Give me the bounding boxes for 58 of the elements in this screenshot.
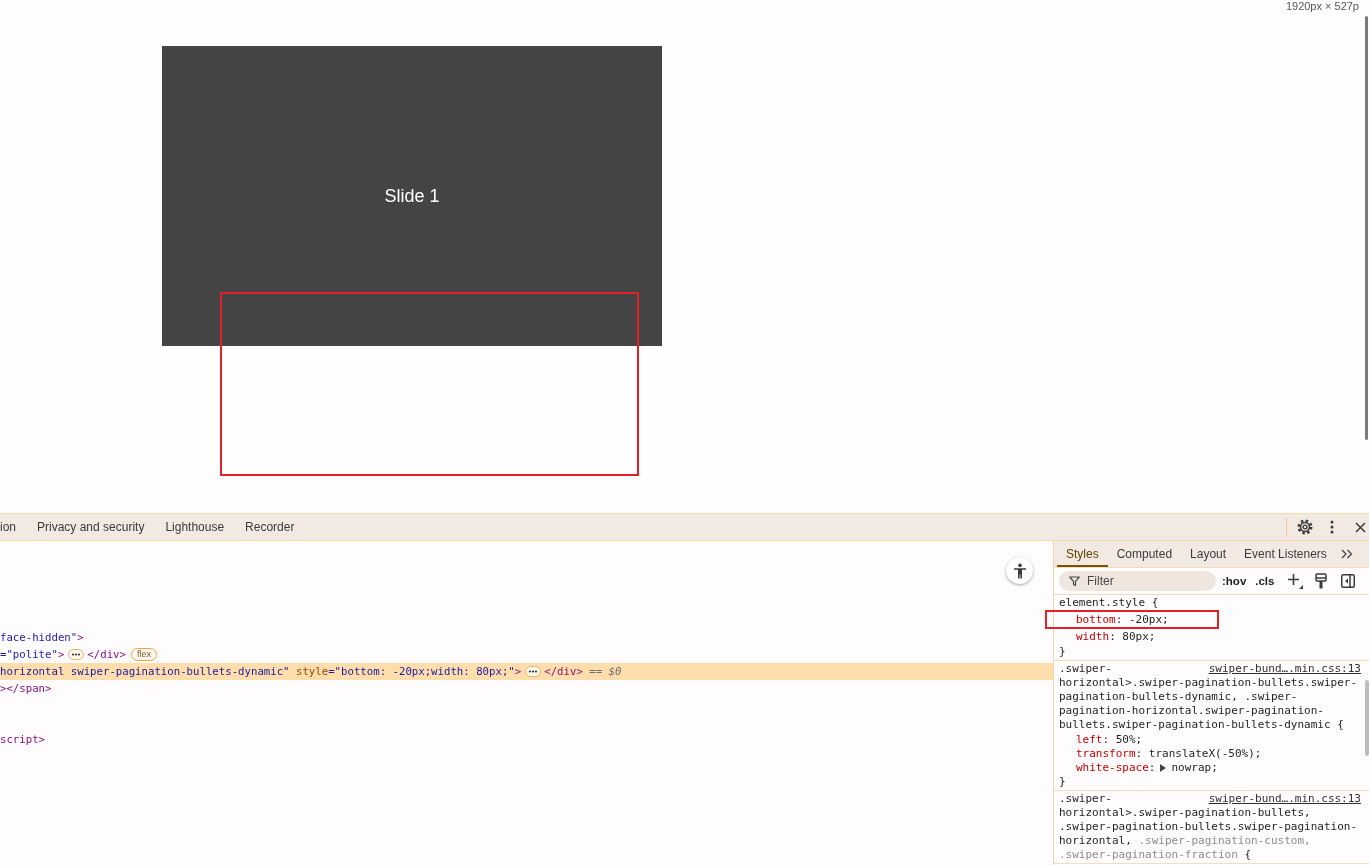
css-selector: .swiper-pagination-fraction { (1059, 848, 1252, 861)
code-text: horizontal swiper-pagination-bullets-dynamic" style="bottom: -20px;width: 80px;"> (0, 664, 522, 680)
code-text: left: 50%; (1076, 733, 1143, 747)
layout-badge[interactable]: flex (130, 648, 157, 661)
accessibility-icon (1011, 562, 1028, 579)
close-icon[interactable] (1355, 521, 1366, 533)
closing-brace: } (1059, 645, 1066, 658)
css-selector: .swiper- (1059, 792, 1112, 806)
paint-brush-icon[interactable] (1315, 573, 1328, 589)
sidebar-tab[interactable]: Computed (1107, 541, 1182, 567)
scrollbar-thumb[interactable] (1365, 680, 1369, 756)
viewport-size-label: 1920px × 527p (1285, 0, 1359, 12)
css-selector: element.style { (1059, 596, 1159, 610)
closing-brace: } (1059, 775, 1066, 788)
css-selector: pagination-bullets-dynamic, .swiper- (1059, 690, 1298, 703)
code-text: nowrap; (1171, 761, 1218, 775)
kebab-menu-icon[interactable] (1330, 520, 1334, 534)
css-selector: horizontal>.swiper-pagination-bullets, (1059, 806, 1311, 819)
css-selector: horizontal>.swiper-pagination-bullets.swiper- (1059, 676, 1357, 689)
sidebar-toggle-icon[interactable] (1341, 574, 1356, 588)
code-text: transform: translateX(-50%); (1076, 747, 1262, 761)
sidebar-tab[interactable]: Layout (1181, 541, 1236, 567)
code-text: white-space: (1076, 761, 1156, 775)
css-selector: .swiper- (1059, 662, 1112, 676)
settings-icon[interactable] (1297, 519, 1313, 535)
ellipsis-icon[interactable] (68, 649, 85, 660)
filter-field[interactable]: Filter (1059, 571, 1216, 591)
code-text: script> (0, 732, 46, 748)
code-text: bottom: -20px; (1076, 612, 1169, 627)
toolbar-button[interactable]: .cls (1252, 575, 1278, 587)
css-selector: bullets.swiper-pagination-bullets-dynamic { (1059, 718, 1344, 731)
ellipsis-icon[interactable] (525, 666, 542, 677)
sidebar-tab[interactable]: Styles (1057, 541, 1108, 567)
triangle-icon[interactable] (1160, 764, 1167, 772)
css-selector: pagination-horizontal.swiper-pagination- (1059, 704, 1324, 717)
devtools-tab[interactable]: Lighthouse (154, 514, 235, 540)
code-text: face-hidden"> (0, 630, 84, 646)
plus-icon[interactable] (1287, 573, 1304, 589)
accessibility-button[interactable] (1006, 557, 1033, 584)
css-selector: .swiper-pagination-bullets.swiper-pagination- (1059, 820, 1357, 833)
scrollbar-thumb[interactable] (1365, 16, 1368, 440)
devtools-tab[interactable]: ion (0, 514, 27, 540)
toolbar-button[interactable]: :hov (1219, 575, 1250, 587)
css-selector: horizontal, .swiper-pagination-custom, (1059, 834, 1311, 847)
devtools-tab[interactable]: Privacy and security (26, 514, 155, 540)
code-text: </div> == $0 (544, 664, 622, 680)
code-text: </div> (87, 647, 126, 663)
double-chevron-icon[interactable] (1340, 549, 1353, 559)
source-link[interactable]: swiper-bund….min.css:13 (1208, 662, 1361, 676)
selected-row[interactable]: horizontal swiper-pagination-bullets-dynamic" style="bottom: -20px;width: 80px;"> </div> == $0 (0, 663, 1053, 680)
code-text: width: 80px; (1076, 629, 1156, 644)
code-text: ></span> (0, 681, 52, 697)
filter-icon (1069, 575, 1080, 587)
sidebar-tab[interactable]: Event Listeners (1235, 541, 1336, 567)
source-link[interactable]: swiper-bund….min.css:13 (1208, 792, 1361, 806)
slide-title: Slide 1 (384, 185, 440, 207)
devtools-tab[interactable]: Recorder (234, 514, 305, 540)
code-text: ="polite"> (0, 647, 65, 663)
